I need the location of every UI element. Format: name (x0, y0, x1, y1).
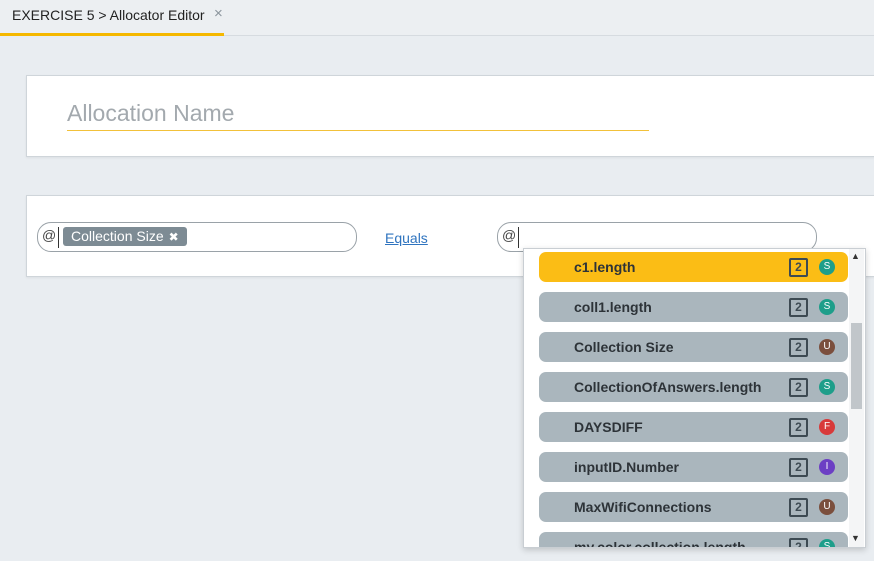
scrollbar-thumb[interactable] (851, 323, 862, 409)
scope-badge: U (819, 499, 835, 515)
allocation-name-panel (26, 75, 874, 157)
scope-badge: S (819, 379, 835, 395)
dropdown-item[interactable]: DAYSDIFF 2 F (539, 412, 848, 442)
allocation-name-input[interactable] (67, 96, 649, 131)
scope-badge: S (819, 299, 835, 315)
dropdown-item-label: inputID.Number (574, 459, 679, 475)
suggestion-dropdown: c1.length 2 S coll1.length 2 S Collectio… (523, 248, 866, 548)
number-type-icon: 2 (789, 258, 808, 277)
number-type-icon: 2 (789, 418, 808, 437)
dropdown-item[interactable]: Collection Size 2 U (539, 332, 848, 362)
tab-bar: EXERCISE 5 > Allocator Editor × (0, 0, 874, 36)
dropdown-item[interactable]: inputID.Number 2 I (539, 452, 848, 482)
dropdown-item-label: Collection Size (574, 339, 674, 355)
operator-link[interactable]: Equals (385, 230, 428, 246)
at-icon: @ (502, 227, 517, 243)
dropdown-item[interactable]: my.color.collection.length 2 S (539, 532, 848, 548)
number-type-icon: 2 (789, 378, 808, 397)
dropdown-item[interactable]: c1.length 2 S (539, 252, 848, 282)
dropdown-item-label: coll1.length (574, 299, 652, 315)
dropdown-item-label: c1.length (574, 259, 636, 275)
collection-size-chip: Collection Size ✖ (63, 227, 187, 246)
left-expression-input[interactable]: @ Collection Size ✖ (37, 222, 357, 252)
number-type-icon: 2 (789, 538, 808, 547)
close-icon[interactable]: × (214, 5, 223, 22)
chip-label: Collection Size (71, 228, 164, 244)
tab-title: EXERCISE 5 > Allocator Editor (12, 7, 205, 23)
number-type-icon: 2 (789, 498, 808, 517)
at-icon: @ (42, 227, 57, 243)
scope-badge: I (819, 459, 835, 475)
number-type-icon: 2 (789, 298, 808, 317)
dropdown-item-label: DAYSDIFF (574, 419, 643, 435)
remove-icon[interactable]: ✖ (169, 230, 179, 244)
tab-allocator-editor[interactable]: EXERCISE 5 > Allocator Editor × (0, 0, 224, 36)
dropdown-item[interactable]: coll1.length 2 S (539, 292, 848, 322)
text-caret (518, 227, 519, 248)
scroll-up-icon[interactable]: ▲ (851, 251, 860, 261)
dropdown-item-label: MaxWifiConnections (574, 499, 712, 515)
number-type-icon: 2 (789, 458, 808, 477)
scope-badge: F (819, 419, 835, 435)
dropdown-item-label: CollectionOfAnswers.length (574, 379, 762, 395)
text-caret (58, 227, 59, 248)
scope-badge: S (819, 539, 835, 547)
number-type-icon: 2 (789, 338, 808, 357)
scope-badge: U (819, 339, 835, 355)
scope-badge: S (819, 259, 835, 275)
dropdown-item[interactable]: CollectionOfAnswers.length 2 S (539, 372, 848, 402)
dropdown-item[interactable]: MaxWifiConnections 2 U (539, 492, 848, 522)
dropdown-item-label: my.color.collection.length (574, 539, 746, 548)
scroll-down-icon[interactable]: ▼ (851, 533, 860, 543)
